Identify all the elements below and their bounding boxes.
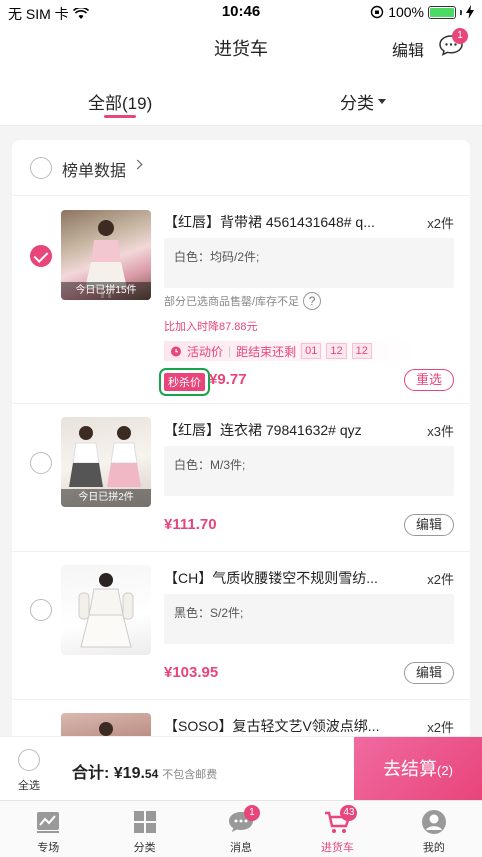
product-spec[interactable]: 白色：M/3件;: [164, 446, 454, 496]
message-button[interactable]: 1: [438, 28, 468, 56]
spec-text: 白色：M/3件;: [174, 458, 246, 472]
tab-category-label: 分类: [340, 94, 374, 113]
cart-item: 今日已拼15件 【红唇】背带裙 4561431648# q... x2件 白色：…: [12, 196, 470, 404]
bottom-tab-bar: 专场 分类 1 消息 43 进货车 我的: [0, 800, 482, 857]
price-drop-note: 比加入时降87.88元: [164, 321, 258, 333]
status-bar: 无 SIM 卡 10:46 100%: [0, 0, 482, 24]
product-price: ¥103.95: [164, 664, 219, 681]
clock-icon: [171, 346, 181, 357]
cart-item: 【CH】气质收腰镂空不规则雪纺... x2件 黑色：S/2件; ¥103.95 …: [12, 552, 470, 700]
tab-label: 进货车: [320, 842, 354, 854]
select-all-label: 全选: [18, 780, 40, 792]
product-qty: x2件: [427, 572, 454, 587]
product-name[interactable]: 【红唇】背带裙 4561431648# q...: [164, 212, 404, 232]
product-spec[interactable]: 黑色：S/2件;: [164, 594, 454, 644]
stock-note-text: 部分已选商品售罄/库存不足: [164, 296, 300, 308]
caret-down-icon: [378, 99, 386, 104]
promo-label: 活动价: [187, 344, 224, 359]
shipping-note: 不包含邮费: [162, 769, 218, 781]
select-all-radio[interactable]: [18, 749, 40, 771]
cart-item: 今日已拼2件 【红唇】连衣裙 79841632# qyz x3件 白色：M/3件…: [12, 404, 470, 552]
product-name[interactable]: 【红唇】连衣裙 79841632# qyz: [164, 420, 404, 440]
user-icon: [421, 810, 446, 834]
total-decimal: 54: [144, 767, 159, 781]
edit-item-button[interactable]: 编辑: [404, 662, 454, 684]
countdown-label: 距结束还剩: [236, 344, 297, 359]
tab-messages[interactable]: 1 消息: [193, 801, 289, 857]
tab-all-label: 全部(19): [88, 94, 153, 113]
nav-bar: 进货车 编辑 1: [0, 24, 482, 70]
tab-active-underline: [104, 115, 137, 118]
tab-label: 专场: [37, 842, 60, 854]
rank-label: 榜单数据: [62, 163, 127, 180]
tab-label: 消息: [230, 842, 253, 854]
tab-special[interactable]: 专场: [0, 801, 96, 857]
product-qty: x3件: [427, 424, 454, 439]
tab-category[interactable]: 分类: [340, 89, 386, 114]
help-icon[interactable]: ?: [303, 292, 322, 310]
chevron-right-icon: [132, 159, 143, 170]
spec-text: 白色：均码/2件;: [174, 250, 260, 264]
edit-button[interactable]: 编辑: [392, 37, 424, 61]
battery-tip: [460, 9, 462, 15]
product-thumbnail[interactable]: 今日已拼15件: [61, 210, 151, 300]
edit-item-button[interactable]: 编辑: [404, 514, 454, 536]
tab-cart[interactable]: 43 进货车: [289, 801, 385, 857]
flash-sale-tag: 秒杀价: [159, 368, 210, 396]
battery-percent: 100%: [388, 4, 424, 20]
promo-bar: 活动价 | 距结束还剩 01 12 12: [164, 341, 414, 361]
product-name[interactable]: 【CH】气质收腰镂空不规则雪纺...: [164, 568, 404, 588]
product-thumbnail[interactable]: [61, 565, 151, 655]
item-select-radio[interactable]: [30, 245, 52, 267]
filter-tabs: 全部(19) 分类: [0, 70, 482, 126]
reselect-button[interactable]: 重选: [404, 369, 454, 391]
cart-card: 榜单数据 今日已拼15件 【红唇】背带裙 4561431648# q... x2…: [12, 140, 470, 760]
tab-category-nav[interactable]: 分类: [96, 801, 192, 857]
rank-select-radio[interactable]: [30, 157, 52, 179]
product-photo: [78, 573, 134, 648]
checkout-count: (2): [437, 763, 453, 778]
tab-badge: 43: [340, 805, 358, 821]
product-price: ¥111.70: [164, 516, 217, 533]
orientation-lock-icon: [370, 5, 384, 19]
countdown-hours: 01: [301, 343, 322, 359]
product-spec[interactable]: 白色：均码/2件;: [164, 238, 454, 288]
product-qty: x2件: [427, 216, 454, 231]
item-select-radio[interactable]: [30, 599, 52, 621]
charging-icon: [466, 5, 474, 19]
stock-note: 部分已选商品售罄/库存不足 ?: [164, 292, 322, 310]
checkout-label: 去结算: [383, 759, 438, 779]
tab-badge: 1: [243, 805, 260, 821]
battery-icon: [428, 5, 456, 19]
thumb-caption: 今日已拼2件: [61, 489, 151, 507]
rank-row[interactable]: 榜单数据: [12, 140, 470, 196]
checkout-button[interactable]: 去结算(2): [354, 737, 482, 801]
item-select-radio[interactable]: [30, 452, 52, 474]
tab-label: 我的: [422, 842, 445, 854]
product-thumbnail[interactable]: 今日已拼2件: [61, 417, 151, 507]
message-badge: 1: [452, 28, 468, 44]
tab-label: 分类: [133, 842, 156, 854]
checkout-bar: 全选 合计: ¥19.54 不包含邮费 去结算(2): [0, 736, 482, 801]
countdown-seconds: 12: [351, 343, 372, 359]
spec-text: 黑色：S/2件;: [174, 606, 244, 620]
grid-icon: [133, 811, 156, 833]
tab-profile[interactable]: 我的: [386, 801, 482, 857]
total-amount: ¥19.: [113, 765, 145, 782]
status-right: 100%: [370, 4, 474, 20]
trend-icon: [37, 812, 60, 833]
total-summary: 合计: ¥19.54 不包含邮费: [72, 759, 217, 783]
product-name[interactable]: 【SOSO】复古轻文艺V领波点绑...: [164, 716, 404, 736]
total-label: 合计:: [72, 765, 114, 782]
thumb-caption: 今日已拼15件: [61, 282, 151, 300]
product-qty: x2件: [427, 720, 454, 735]
countdown-minutes: 12: [326, 343, 347, 359]
promo-divider: |: [228, 344, 232, 358]
product-price: ¥9.77: [209, 371, 247, 388]
tab-all[interactable]: 全部(19): [88, 89, 153, 118]
